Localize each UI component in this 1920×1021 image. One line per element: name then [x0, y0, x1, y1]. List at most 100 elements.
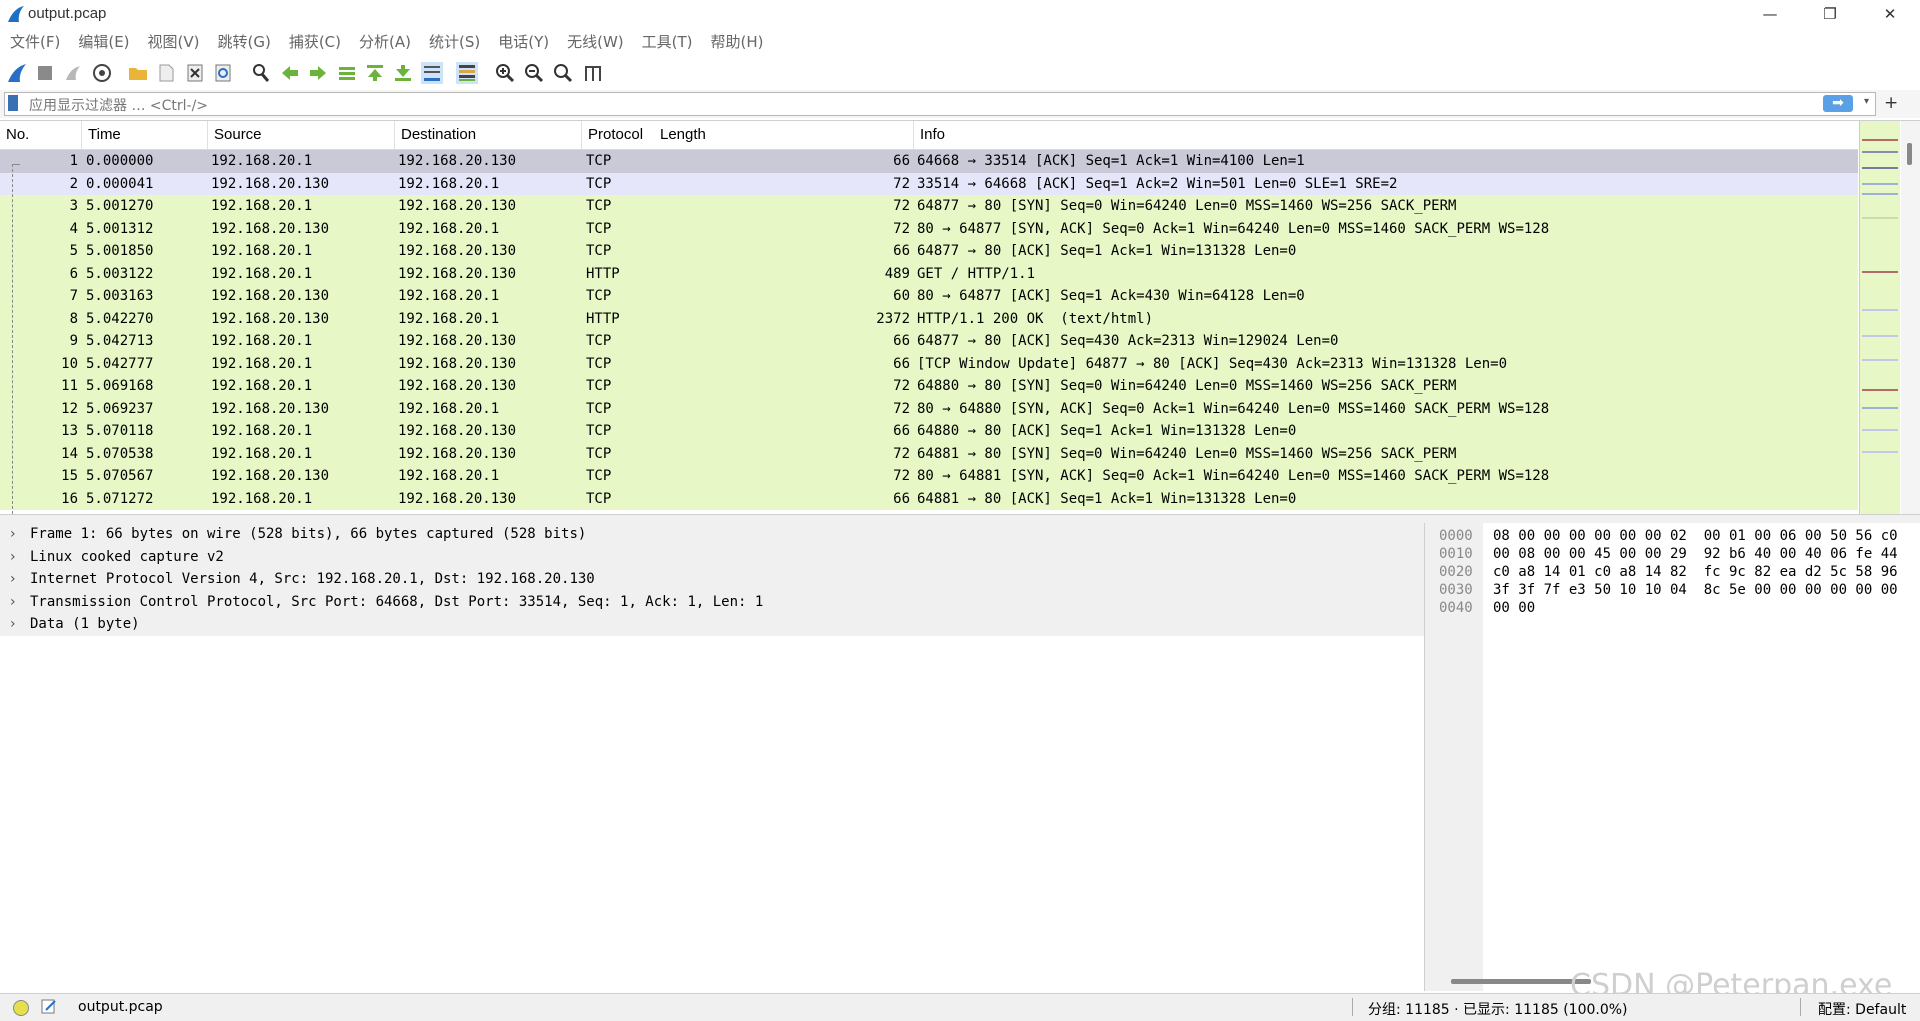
reload-icon[interactable]: [212, 62, 234, 84]
packet-row[interactable]: 11 5.069168 192.168.20.1 192.168.20.130 TCP 7…: [0, 375, 1858, 398]
add-filter-button[interactable]: +: [1884, 93, 1898, 113]
packet-cell-len: 66: [893, 490, 910, 507]
stop-icon[interactable]: [34, 62, 56, 84]
expand-chevron-icon[interactable]: ›: [10, 613, 16, 635]
bookmark-icon[interactable]: [8, 95, 18, 111]
packet-cell-len: 66: [893, 153, 910, 169]
last-packet-icon[interactable]: [392, 62, 414, 84]
column-header-time[interactable]: Time: [82, 121, 208, 149]
column-header-length[interactable]: Length: [654, 121, 914, 149]
packet-list-scrollbar[interactable]: [1901, 121, 1920, 515]
menu-view[interactable]: 视图(V): [138, 28, 208, 56]
menu-file[interactable]: 文件(F): [0, 28, 68, 56]
byte-hex-row[interactable]: c0 a8 14 01 c0 a8 14 82 fc 9c 82 ea d2 5…: [1493, 563, 1898, 581]
packet-cell-info: 80 → 64877 [SYN, ACK] Seq=0 Ack=1 Win=64…: [917, 220, 1550, 237]
find-icon[interactable]: [250, 62, 272, 84]
column-header-source[interactable]: Source: [208, 121, 395, 149]
maximize-button[interactable]: ❐: [1800, 0, 1860, 28]
display-filter-input[interactable]: 应用显示过滤器 … <Ctrl-/> ➡ ▾: [4, 92, 1876, 116]
expand-chevron-icon[interactable]: ›: [10, 568, 16, 590]
detail-row-data[interactable]: › Data (1 byte): [0, 613, 1424, 636]
packet-cell-time: 5.070538: [86, 445, 154, 462]
menu-analyze[interactable]: 分析(A): [349, 28, 419, 56]
normal-size-icon[interactable]: [552, 62, 574, 84]
conversation-start-marker: [12, 164, 20, 166]
detail-row-ipv4[interactable]: › Internet Protocol Version 4, Src: 192.1…: [0, 568, 1424, 591]
restart-icon[interactable]: [62, 62, 84, 84]
byte-hex-row[interactable]: 00 00: [1493, 599, 1535, 617]
open-file-icon[interactable]: [155, 62, 177, 84]
open-folder-icon[interactable]: [127, 62, 149, 84]
packet-cell-len: 72: [893, 175, 910, 192]
packet-row[interactable]: 4 5.001312 192.168.20.130 192.168.20.1 TCP 72…: [0, 217, 1858, 240]
packet-cell-proto: TCP: [586, 400, 612, 417]
autoscroll-icon[interactable]: [421, 62, 443, 84]
apply-filter-button[interactable]: ➡: [1823, 95, 1853, 112]
menu-go[interactable]: 跳转(G): [208, 28, 279, 56]
expand-chevron-icon[interactable]: ›: [10, 523, 16, 545]
minimap-marker: [1862, 139, 1898, 141]
menu-tools[interactable]: 工具(T): [632, 28, 701, 56]
colorize-icon[interactable]: [456, 62, 478, 84]
byte-offset: 0010: [1439, 546, 1473, 562]
packet-row[interactable]: 13 5.070118 192.168.20.1 192.168.20.130 TCP 6…: [0, 420, 1858, 443]
detail-row-linux-cooked[interactable]: › Linux cooked capture v2: [0, 545, 1424, 568]
packet-cell-src: 192.168.20.1: [211, 265, 313, 282]
column-header-destination[interactable]: Destination: [395, 121, 582, 149]
minimap-marker: [1862, 309, 1898, 311]
packet-row[interactable]: 15 5.070567 192.168.20.130 192.168.20.1 TCP 7…: [0, 465, 1858, 488]
column-header-info[interactable]: Info: [914, 121, 1858, 149]
packet-row[interactable]: 5 5.001850 192.168.20.1 192.168.20.130 TCP 66…: [0, 240, 1858, 263]
close-file-icon[interactable]: [184, 62, 206, 84]
packet-row[interactable]: 16 5.071272 192.168.20.1 192.168.20.130 TCP 6…: [0, 487, 1858, 510]
packet-row[interactable]: 1 0.000000 192.168.20.1 192.168.20.130 TCP 66…: [0, 150, 1858, 173]
menu-telephony[interactable]: 电话(Y): [488, 28, 557, 56]
menu-wireless[interactable]: 无线(W): [557, 28, 632, 56]
go-forward-icon[interactable]: [307, 62, 329, 84]
menu-edit[interactable]: 编辑(E): [68, 28, 137, 56]
packet-row[interactable]: 14 5.070538 192.168.20.1 192.168.20.130 TCP 7…: [0, 442, 1858, 465]
packet-cell-time: 5.003122: [86, 265, 154, 282]
byte-hex-row[interactable]: 00 08 00 00 45 00 00 29 92 b6 40 00 40 0…: [1493, 545, 1898, 563]
packet-row[interactable]: 9 5.042713 192.168.20.1 192.168.20.130 TCP 66…: [0, 330, 1858, 353]
zoom-in-icon[interactable]: [494, 62, 516, 84]
first-packet-icon[interactable]: [364, 62, 386, 84]
capture-comment-icon[interactable]: [40, 997, 58, 1015]
menu-capture[interactable]: 捕获(C): [279, 28, 349, 56]
column-header-protocol[interactable]: Protocol: [582, 121, 654, 149]
menu-statistics[interactable]: 统计(S): [419, 28, 488, 56]
close-button[interactable]: ✕: [1860, 0, 1920, 28]
expert-info-led-icon[interactable]: [13, 1000, 29, 1016]
zoom-out-icon[interactable]: [523, 62, 545, 84]
go-to-packet-icon[interactable]: [336, 62, 358, 84]
resize-columns-icon[interactable]: [582, 62, 604, 84]
byte-hex-row[interactable]: 08 00 00 00 00 00 00 02 00 01 00 06 00 5…: [1493, 527, 1898, 545]
packet-cell-dst: 192.168.20.130: [398, 445, 517, 462]
packet-row[interactable]: 3 5.001270 192.168.20.1 192.168.20.130 TCP 72…: [0, 195, 1858, 218]
main-toolbar: [0, 56, 1920, 91]
packet-cell-len: 66: [893, 355, 910, 372]
minimap-marker: [1862, 335, 1898, 337]
byte-hex-row[interactable]: 3f 3f 7f e3 50 10 10 04 8c 5e 00 00 00 0…: [1493, 581, 1898, 599]
packet-row[interactable]: 8 5.042270 192.168.20.130 192.168.20.1 HTTP 2…: [0, 307, 1858, 330]
detail-row-tcp[interactable]: › Transmission Control Protocol, Src Port…: [0, 590, 1424, 613]
packet-rows: 1 0.000000 192.168.20.1 192.168.20.130 TCP 66…: [0, 150, 1858, 515]
scrollbar-thumb[interactable]: [1907, 143, 1912, 165]
filter-history-dropdown[interactable]: ▾: [1864, 96, 1869, 107]
expand-chevron-icon[interactable]: ›: [10, 591, 16, 613]
status-profile[interactable]: 配置: Default: [1818, 999, 1906, 1019]
packet-row[interactable]: 12 5.069237 192.168.20.130 192.168.20.1 TCP 7…: [0, 397, 1858, 420]
shark-fin-start-icon[interactable]: [6, 62, 28, 84]
packet-row[interactable]: 2 0.000041 192.168.20.130 192.168.20.1 TCP 72…: [0, 172, 1858, 195]
packet-row[interactable]: 10 5.042777 192.168.20.1 192.168.20.130 TCP 6…: [0, 352, 1858, 375]
detail-row-frame[interactable]: › Frame 1: 66 bytes on wire (528 bits), 6…: [0, 523, 1424, 546]
options-gear-icon[interactable]: [91, 62, 113, 84]
packet-row[interactable]: 7 5.003163 192.168.20.130 192.168.20.1 TCP 60…: [0, 285, 1858, 308]
packet-minimap[interactable]: [1859, 121, 1900, 515]
column-header-no[interactable]: No.: [0, 121, 82, 149]
go-back-icon[interactable]: [279, 62, 301, 84]
packet-row[interactable]: 6 5.003122 192.168.20.1 192.168.20.130 HTTP 4…: [0, 262, 1858, 285]
menu-help[interactable]: 帮助(H): [701, 28, 772, 56]
expand-chevron-icon[interactable]: ›: [10, 546, 16, 568]
minimize-button[interactable]: —: [1740, 0, 1800, 28]
